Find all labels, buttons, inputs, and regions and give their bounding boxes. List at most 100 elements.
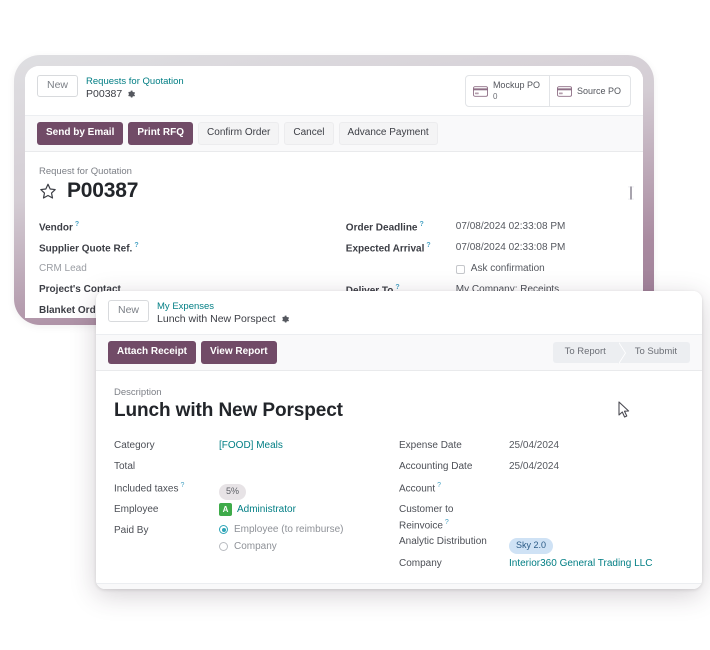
field-company-value[interactable]: Interior360 General Trading LLC [509, 554, 652, 569]
help-icon[interactable]: ? [420, 221, 424, 228]
field-expense-date-label: Expense Date [399, 440, 462, 451]
expense-control-panel: New My Expenses Lunch with New Porspect [96, 291, 702, 335]
field-ask-confirmation-spacer [346, 259, 456, 263]
expense-new-button[interactable]: New [108, 300, 150, 322]
text-cursor [627, 185, 635, 206]
smart-button-source-po-label: Source PO [576, 85, 621, 96]
smart-button-mockup-po-text: Mockup PO 0 [493, 80, 540, 102]
field-expected-arrival-label: Expected Arrival? [346, 238, 456, 254]
arrow-cursor [618, 401, 631, 424]
radio-unselected-icon[interactable] [219, 542, 228, 551]
field-crm-lead-label: CRM Lead [39, 263, 87, 274]
field-vendor-label-text: Vendor [39, 222, 73, 234]
field-expected-arrival-value[interactable]: 07/08/2024 02:33:08 PM [456, 238, 566, 253]
radio-selected-icon[interactable] [219, 525, 228, 534]
gear-icon[interactable] [127, 90, 136, 99]
radio-option-employee[interactable]: Employee (to reimburse) [219, 524, 343, 535]
field-category: Category [FOOD] Meals [114, 436, 399, 457]
status-stage-to-report[interactable]: To Report [552, 342, 626, 364]
field-total: Total [114, 457, 399, 478]
field-employee-value[interactable]: Administrator [237, 504, 296, 515]
avatar: A [219, 503, 232, 516]
field-accounting-date-value[interactable]: 25/04/2024 [509, 457, 559, 472]
rfq-control-panel: New Requests for Quotation P00387 Mockup [25, 66, 643, 116]
gear-icon[interactable] [281, 315, 290, 324]
field-accounting-date-label: Accounting Date [399, 461, 473, 472]
field-crm-lead: CRM Lead [39, 259, 346, 280]
field-included-taxes-value-wrap: 5% [219, 478, 247, 500]
smart-button-mockup-po-label: Mockup PO [492, 80, 540, 90]
rfq-smart-buttons: Mockup PO 0 Source PO [464, 75, 631, 107]
smart-button-source-po-text: Source PO [577, 86, 621, 97]
expense-description-value[interactable]: Lunch with New Porspect [114, 400, 684, 422]
field-paid-by: Paid By Employee (to reimburse) Company [114, 521, 399, 558]
expense-form-columns: Category [FOOD] Meals Total Included tax… [114, 436, 684, 575]
field-vendor-label: Vendor? [39, 217, 179, 233]
ask-confirmation-row[interactable]: Ask confirmation [455, 259, 545, 274]
checkbox-icon[interactable] [455, 265, 465, 274]
field-analytic-distribution-value-wrap: Sky 2.0 [509, 532, 554, 555]
confirm-order-button[interactable]: Confirm Order [198, 122, 280, 145]
field-total-label: Total [114, 461, 136, 472]
status-stage-to-submit[interactable]: To Submit [618, 342, 690, 363]
field-order-deadline-value[interactable]: 07/08/2024 02:33:08 PM [456, 217, 566, 232]
rfq-breadcrumb-record: P00387 [86, 88, 123, 100]
print-rfq-button[interactable]: Print RFQ [128, 122, 194, 145]
included-taxes-badge[interactable]: 5% [219, 484, 247, 500]
field-included-taxes-label: Included taxes? [114, 478, 219, 494]
screenshot-stage: New Requests for Quotation P00387 Mockup [0, 0, 710, 650]
analytic-distribution-badge[interactable]: Sky 2.0 [509, 538, 554, 555]
expense-breadcrumb-parent[interactable]: My Expenses [157, 301, 289, 313]
paid-by-radio-group: Employee (to reimburse) Company [219, 521, 343, 558]
field-employee-value-wrap: A Administrator [219, 500, 296, 516]
help-icon[interactable]: ? [134, 242, 138, 249]
help-icon[interactable]: ? [395, 284, 399, 291]
expense-window: New My Expenses Lunch with New Porspect … [96, 291, 702, 589]
credit-card-icon [556, 85, 572, 97]
field-ask-confirmation: Ask confirmation [346, 259, 629, 280]
field-employee: Employee A Administrator [114, 500, 399, 521]
help-icon[interactable]: ? [445, 519, 449, 526]
field-customer-to-reinvoice-label: Customer to Reinvoice? [399, 499, 509, 532]
rfq-breadcrumb-record-row: P00387 [86, 88, 184, 101]
attach-receipt-button[interactable]: Attach Receipt [108, 341, 197, 364]
send-by-email-button[interactable]: Send by Email [37, 122, 124, 145]
field-supplier-quote-ref: Supplier Quote Ref.? [39, 238, 346, 259]
rfq-new-button[interactable]: New [37, 75, 79, 97]
field-category-value[interactable]: [FOOD] Meals [219, 436, 283, 451]
view-report-button[interactable]: View Report [201, 341, 277, 364]
advance-payment-button[interactable]: Advance Payment [338, 122, 438, 145]
field-order-deadline: Order Deadline? 07/08/2024 02:33:08 PM [346, 217, 629, 238]
radio-option-company-label: Company [234, 541, 277, 552]
rfq-title-label: Request for Quotation [39, 166, 132, 177]
expense-status-pipeline: To Report To Submit [552, 342, 690, 364]
help-icon[interactable]: ? [426, 242, 430, 249]
field-supplier-quote-ref-label: Supplier Quote Ref.? [39, 238, 179, 254]
field-expected-arrival: Expected Arrival? 07/08/2024 02:33:08 PM [346, 238, 629, 259]
rfq-breadcrumb-parent[interactable]: Requests for Quotation [86, 76, 184, 88]
help-icon[interactable]: ? [181, 482, 185, 489]
field-included-taxes: Included taxes? 5% [114, 478, 399, 500]
field-account: Account? [399, 478, 684, 499]
help-icon[interactable]: ? [437, 482, 441, 489]
field-paid-by-label: Paid By [114, 525, 149, 536]
description-label: Description [114, 387, 162, 398]
field-vendor: Vendor? [39, 217, 346, 238]
field-account-label: Account? [399, 478, 509, 494]
ask-confirmation-label: Ask confirmation [470, 263, 545, 274]
field-company-label: Company [399, 558, 442, 570]
expense-breadcrumb-record: Lunch with New Porspect [157, 313, 276, 325]
smart-button-mockup-po[interactable]: Mockup PO 0 [466, 76, 550, 106]
smart-button-source-po[interactable]: Source PO [550, 76, 630, 106]
field-analytic-distribution: Analytic Distribution Sky 2.0 [399, 532, 684, 555]
rfq-window: New Requests for Quotation P00387 Mockup [25, 66, 643, 318]
expense-action-bar: Attach Receipt View Report To Report To … [96, 335, 702, 371]
star-icon[interactable] [39, 182, 57, 200]
field-customer-to-reinvoice: Customer to Reinvoice? [399, 499, 684, 532]
field-expense-date-value[interactable]: 25/04/2024 [509, 436, 559, 451]
radio-option-company[interactable]: Company [219, 541, 343, 552]
field-employee-label: Employee [114, 504, 159, 515]
cancel-button[interactable]: Cancel [284, 122, 334, 145]
credit-card-icon [472, 85, 488, 97]
help-icon[interactable]: ? [75, 221, 79, 228]
